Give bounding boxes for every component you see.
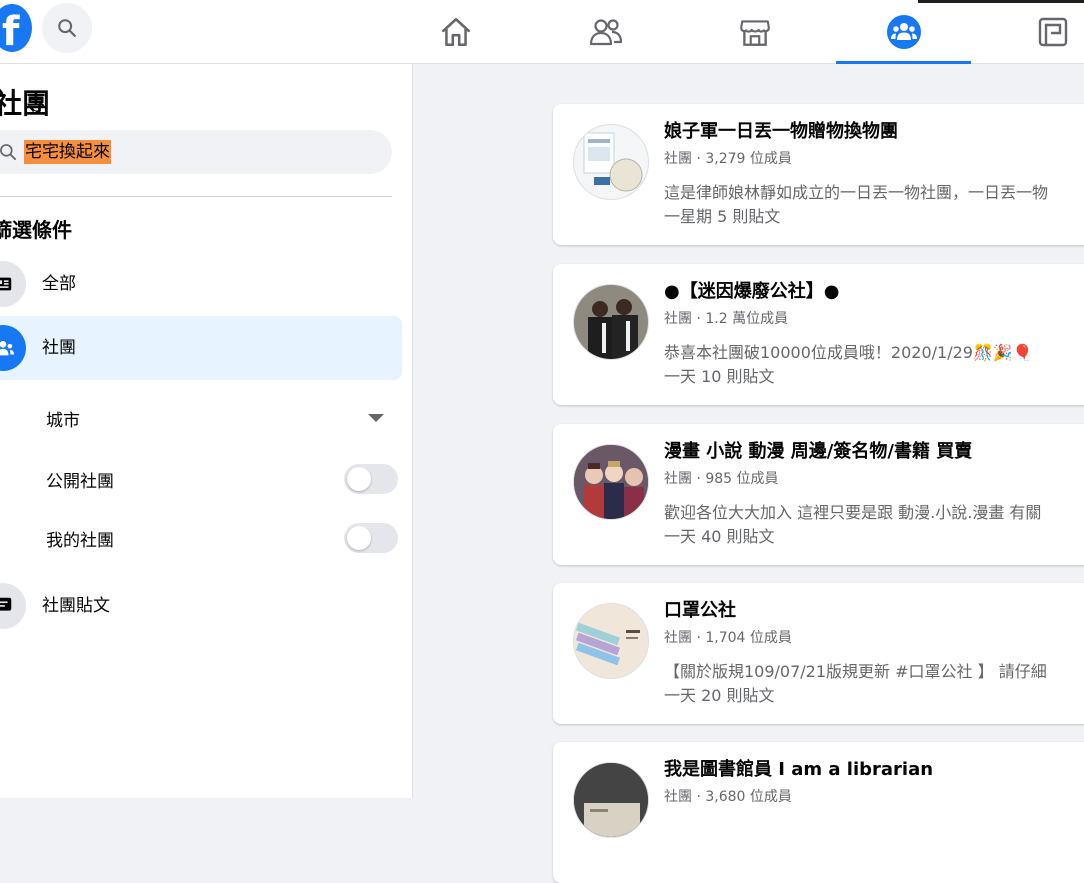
group-result-card[interactable]: 漫畫 小說 動漫 周邊/簽名物/書籍 買賣 社團 · 985 位成員 歡迎各位大…: [553, 424, 1084, 565]
group-name[interactable]: 我是圖書館員 I am a librarian: [664, 757, 933, 783]
top-navigation-bar: f: [0, 0, 1084, 64]
group-avatar[interactable]: [573, 124, 649, 200]
city-filter-dropdown[interactable]: 城市: [46, 394, 398, 442]
groups-icon: [886, 15, 921, 49]
tab-friends[interactable]: [538, 0, 673, 64]
filter-label: 公開社團: [46, 471, 114, 492]
filter-label: 城市: [46, 410, 80, 431]
gaming-icon: [1038, 17, 1067, 47]
group-name[interactable]: 口罩公社: [664, 598, 736, 624]
chat-icon: [0, 583, 26, 629]
group-activity: 一天 20 則貼文: [664, 686, 775, 705]
group-name[interactable]: 漫畫 小說 動漫 周邊/簽名物/書籍 買賣: [664, 439, 972, 465]
search-button[interactable]: [42, 3, 92, 53]
group-meta: 社團 · 1.2 萬位成員: [664, 311, 789, 327]
filter-label: 我的社團: [46, 530, 114, 551]
tab-groups[interactable]: [836, 0, 971, 64]
sidebar-item-label: 社團貼文: [42, 596, 110, 616]
filters-heading: 篩選條件: [0, 218, 72, 242]
search-icon: [58, 19, 76, 37]
group-avatar[interactable]: [573, 444, 649, 520]
group-name[interactable]: ●【迷因爆廢公社】●: [664, 279, 839, 305]
group-result-card[interactable]: 口罩公社 社團 · 1,704 位成員 【關於版規109/07/21版規更新 #…: [553, 583, 1084, 724]
groups-icon: [0, 325, 26, 371]
group-activity: 一天 10 則貼文: [664, 367, 775, 386]
caret-down-icon: [368, 414, 384, 422]
my-groups-filter: 我的社團: [46, 514, 398, 562]
group-result-card[interactable]: ●【迷因爆廢公社】● 社團 · 1.2 萬位成員 恭喜本社團破10000位成員哦…: [553, 264, 1084, 405]
page-title: 社團: [0, 87, 51, 120]
group-description: 【關於版規109/07/21版規更新 #口罩公社 】 請仔細: [664, 662, 1047, 681]
facebook-logo-icon[interactable]: f: [0, 4, 32, 52]
logo-letter: f: [2, 9, 20, 52]
group-avatar[interactable]: [573, 762, 649, 838]
group-meta: 社團 · 985 位成員: [664, 471, 779, 487]
tab-gaming[interactable]: [985, 0, 1084, 64]
divider: [0, 196, 392, 197]
sidebar-item-group-posts[interactable]: 社團貼文: [0, 574, 402, 638]
group-avatar[interactable]: [573, 603, 649, 679]
group-description: 恭喜本社團破10000位成員哦！2020/1/29🎊🎉🎈: [664, 343, 1033, 362]
group-meta: 社團 · 1,704 位成員: [664, 630, 792, 646]
group-description: 這是律師娘林靜如成立的一日丟一物社團，一日丟一物: [664, 183, 1049, 202]
group-result-card[interactable]: 我是圖書館員 I am a librarian 社團 · 3,680 位成員: [553, 742, 1084, 883]
group-activity: 一天 40 則貼文: [664, 527, 775, 546]
public-groups-toggle[interactable]: [344, 464, 398, 494]
group-activity: 一星期 5 則貼文: [664, 207, 781, 226]
group-meta: 社團 · 3,680 位成員: [664, 789, 792, 805]
sidebar-item-label: 社團: [42, 338, 76, 358]
window-edge-strip: [918, 0, 1084, 3]
search-icon: [0, 144, 17, 160]
search-filter-sidebar: 社團 宅宅換起來 篩選條件 全部 社團 城市 公開社團 我的社團 社團貼文: [0, 64, 413, 798]
group-name[interactable]: 娘子軍一日丟一物贈物換物團: [664, 119, 898, 145]
search-input[interactable]: 宅宅換起來: [0, 130, 392, 174]
tab-marketplace[interactable]: [687, 0, 822, 64]
home-icon: [441, 17, 470, 47]
sidebar-item-groups[interactable]: 社團: [0, 316, 402, 380]
results-icon: [0, 261, 26, 307]
group-meta: 社團 · 3,279 位成員: [664, 151, 792, 167]
marketplace-icon: [739, 20, 770, 46]
group-result-card[interactable]: 娘子軍一日丟一物贈物換物團 社團 · 3,279 位成員 這是律師娘林靜如成立的…: [553, 104, 1084, 245]
public-groups-filter: 公開社團: [46, 455, 398, 503]
my-groups-toggle[interactable]: [344, 523, 398, 553]
group-description: 歡迎各位大大加入 這裡只要是跟 動漫.小說.漫畫 有關: [664, 503, 1042, 522]
friends-icon: [589, 19, 622, 46]
search-query-text[interactable]: 宅宅換起來: [24, 140, 111, 164]
group-avatar[interactable]: [573, 284, 649, 360]
tab-home[interactable]: [388, 0, 523, 64]
sidebar-item-label: 全部: [42, 274, 76, 294]
sidebar-item-all[interactable]: 全部: [0, 252, 402, 316]
